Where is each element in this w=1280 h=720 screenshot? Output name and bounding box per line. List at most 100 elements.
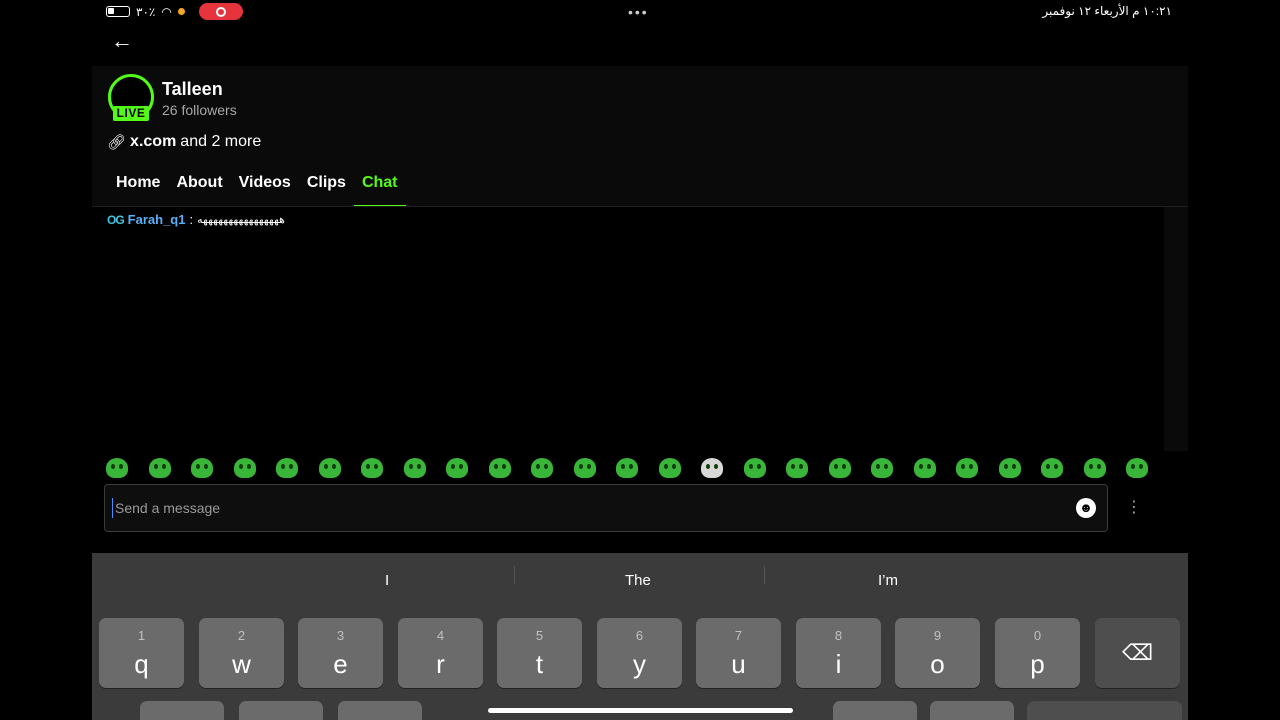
suggestion-divider [764, 566, 765, 584]
key-r[interactable]: 4r [398, 618, 483, 688]
key-number: 7 [734, 628, 743, 643]
key-letter: e [333, 649, 348, 679]
return-key[interactable] [1027, 701, 1182, 720]
emote-icon [361, 458, 383, 478]
screen-record-indicator[interactable] [198, 3, 243, 20]
channel-tabs: Home About Videos Clips Chat [108, 172, 406, 207]
emote-icon [913, 458, 936, 478]
emote-button[interactable] [906, 456, 944, 480]
emote-button[interactable] [98, 456, 136, 480]
key-e[interactable]: 3e [298, 618, 383, 688]
emote-icon [786, 458, 808, 478]
key-y[interactable]: 6y [597, 618, 682, 688]
keyboard-row-2-key[interactable] [833, 701, 917, 720]
chat-username[interactable]: Farah_q1 [128, 212, 186, 227]
key-w[interactable]: 2w [199, 618, 284, 688]
suggestion-2[interactable]: The [625, 572, 651, 589]
multitask-dots[interactable]: ••• [628, 4, 649, 20]
followers-count: 26 followers [162, 102, 237, 118]
emote-icon [616, 458, 638, 478]
emote-button[interactable] [948, 456, 986, 480]
keyboard-row-2-key[interactable] [338, 701, 422, 720]
emote-button[interactable] [566, 456, 604, 480]
suggestion-3[interactable]: I’m [878, 572, 898, 589]
arrow-left-icon: ← [111, 28, 133, 53]
channel-links[interactable]: 🔗︎ x.com and 2 more [107, 133, 261, 151]
key-number: 1 [137, 628, 146, 643]
key-letter: i [835, 649, 842, 679]
emote-button[interactable] [1118, 456, 1156, 480]
suggestion-1[interactable]: I [385, 572, 389, 589]
emote-button[interactable] [1076, 456, 1114, 480]
keyboard-row-2-key[interactable] [930, 701, 1014, 720]
skull-emote-icon [701, 458, 723, 478]
emote-icon [573, 458, 596, 478]
tab-videos[interactable]: Videos [231, 172, 299, 207]
chat-feed[interactable] [92, 207, 1164, 451]
emote-icon [148, 458, 171, 478]
emote-icon [488, 458, 511, 478]
key-letter: u [731, 649, 746, 679]
emote-button[interactable] [183, 456, 221, 480]
emote-button[interactable] [268, 456, 306, 480]
emote-button[interactable] [863, 456, 901, 480]
emote-icon [998, 458, 1021, 478]
message-input[interactable] [112, 498, 1012, 518]
key-number: 0 [1033, 628, 1042, 643]
channel-name[interactable]: Talleen [162, 79, 223, 100]
emoji-picker-button[interactable]: ☻ [1076, 498, 1096, 518]
chat-options-button[interactable]: ⋮ [1126, 496, 1142, 520]
key-number: 5 [535, 628, 544, 643]
delete-key[interactable]: ⌫ [1095, 618, 1180, 688]
key-q[interactable]: 1q [99, 618, 184, 688]
emote-quick-bar [92, 456, 1188, 486]
more-vertical-icon: ⋮ [1126, 499, 1142, 516]
emote-button[interactable] [481, 456, 519, 480]
emote-button[interactable] [778, 456, 816, 480]
key-letter: p [1030, 649, 1045, 679]
emote-button[interactable] [1033, 456, 1071, 480]
emote-button[interactable] [141, 456, 179, 480]
key-t[interactable]: 5t [497, 618, 582, 688]
emote-button[interactable] [438, 456, 476, 480]
emote-button[interactable] [396, 456, 434, 480]
emote-button[interactable] [736, 456, 774, 480]
link-more[interactable]: and 2 more [180, 133, 261, 151]
emote-button[interactable] [353, 456, 391, 480]
key-p[interactable]: 0p [995, 618, 1080, 688]
tab-about[interactable]: About [168, 172, 230, 207]
emote-icon [106, 458, 128, 478]
tab-home[interactable]: Home [108, 172, 168, 207]
key-number: 3 [336, 628, 345, 643]
emote-button[interactable] [651, 456, 689, 480]
chat-scrollbar[interactable] [1164, 207, 1188, 451]
wifi-icon: ◠ [161, 4, 172, 19]
home-indicator[interactable] [488, 708, 793, 713]
chat-message-text: ههههههههههههههههه [197, 214, 285, 226]
key-i[interactable]: 8i [796, 618, 881, 688]
emote-icon [1083, 458, 1106, 478]
keyboard-row-2-key[interactable] [239, 701, 323, 720]
emote-button[interactable] [523, 456, 561, 480]
emote-icon [658, 458, 681, 478]
emote-button[interactable] [311, 456, 349, 480]
tab-chat[interactable]: Chat [353, 172, 406, 207]
emote-icon [446, 458, 468, 478]
key-o[interactable]: 9o [895, 618, 980, 688]
emote-button[interactable] [991, 456, 1029, 480]
key-letter: r [436, 649, 445, 679]
link-icon: 🔗︎ [107, 134, 127, 151]
emote-button[interactable] [693, 456, 731, 480]
tab-clips[interactable]: Clips [299, 172, 354, 207]
chat-message: OG Farah_q1: ههههههههههههههههه [107, 212, 285, 227]
chat-separator: : [189, 212, 194, 227]
smiley-icon: ☻ [1079, 500, 1093, 515]
status-left: ٣٠٪ ◠ [106, 3, 243, 20]
emote-button[interactable] [821, 456, 859, 480]
emote-button[interactable] [608, 456, 646, 480]
key-u[interactable]: 7u [696, 618, 781, 688]
keyboard-row-2-key[interactable] [140, 701, 224, 720]
link-main[interactable]: x.com [130, 133, 176, 151]
back-button[interactable]: ← [104, 26, 140, 56]
emote-button[interactable] [226, 456, 264, 480]
